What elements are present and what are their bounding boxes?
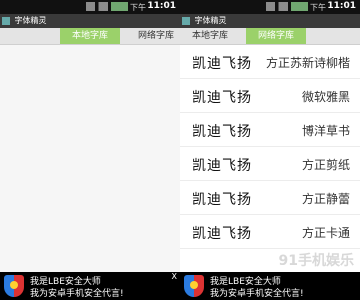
- tab-bar: 本地字库 网络字库: [0, 28, 180, 45]
- tab-local-library[interactable]: 本地字库: [60, 28, 120, 44]
- right-screen: 下午 11:01 字体精灵 本地字库 网络字库 凯迪飞扬 方正苏新诗柳楷 凯迪飞…: [180, 0, 360, 300]
- shield-icon: [184, 275, 204, 297]
- shield-icon: [4, 275, 24, 297]
- font-sample: 凯迪飞扬: [192, 226, 252, 242]
- ad-line2: 我为安卓手机安全代言!: [30, 289, 124, 299]
- font-name: 方正苏新诗柳楷: [265, 56, 350, 70]
- status-bar: 下午 11:01: [0, 0, 180, 14]
- status-bar: 下午 11:01: [180, 0, 360, 14]
- font-sample: 凯迪飞扬: [192, 192, 252, 208]
- font-row[interactable]: 凯迪飞扬 方正剪纸: [180, 147, 360, 181]
- app-titlebar: 字体精灵: [180, 14, 360, 28]
- app-icon: [182, 16, 190, 25]
- app-titlebar: 字体精灵: [0, 14, 180, 28]
- tab-network-library[interactable]: 网络字库: [126, 28, 180, 44]
- font-name: 方正卡通: [301, 226, 350, 240]
- ad-close-icon[interactable]: X: [172, 272, 177, 281]
- font-row[interactable]: 凯迪飞扬 方正卡通: [180, 215, 360, 249]
- font-row[interactable]: 凯迪飞扬 博洋草书: [180, 113, 360, 147]
- status-time: 11:01: [147, 1, 176, 11]
- font-row[interactable]: 凯迪飞扬 方正苏新诗柳楷: [180, 45, 360, 79]
- watermark: 91手机娱乐: [278, 253, 354, 269]
- tab-local-library[interactable]: 本地字库: [180, 28, 240, 44]
- font-sample: 凯迪飞扬: [192, 90, 252, 106]
- app-title: 字体精灵: [14, 16, 47, 25]
- font-sample: 凯迪飞扬: [192, 158, 252, 174]
- tab-bar: 本地字库 网络字库: [180, 28, 360, 45]
- font-sample: 凯迪飞扬: [192, 56, 252, 72]
- left-screen: 下午 11:01 字体精灵 本地字库 网络字库 我是LBE安全大师 我为安卓手机…: [0, 0, 180, 300]
- app-icon: [2, 16, 10, 25]
- font-name: 方正剪纸: [301, 158, 350, 172]
- font-name: 方正静蕾: [301, 192, 350, 206]
- font-name: 微软雅黑: [301, 90, 350, 104]
- font-name: 博洋草书: [301, 124, 350, 138]
- status-time: 11:01: [327, 1, 356, 11]
- status-period: 下午: [310, 3, 326, 12]
- font-row[interactable]: 凯迪飞扬 方正静蕾: [180, 181, 360, 215]
- ad-banner[interactable]: 我是LBE安全大师 我为安卓手机安全代言!: [180, 272, 360, 300]
- status-icons: [266, 2, 308, 11]
- app-title: 字体精灵: [194, 16, 227, 25]
- ad-line2: 我为安卓手机安全代言!: [210, 289, 304, 299]
- font-list: 凯迪飞扬 方正苏新诗柳楷 凯迪飞扬 微软雅黑 凯迪飞扬 博洋草书 凯迪飞扬 方正…: [180, 45, 360, 249]
- ad-banner[interactable]: 我是LBE安全大师 我为安卓手机安全代言! X: [0, 272, 180, 300]
- tab-network-library[interactable]: 网络字库: [246, 28, 306, 44]
- status-icons: [86, 2, 128, 11]
- font-sample: 凯迪飞扬: [192, 124, 252, 140]
- status-period: 下午: [130, 3, 146, 12]
- font-row[interactable]: 凯迪飞扬 微软雅黑: [180, 79, 360, 113]
